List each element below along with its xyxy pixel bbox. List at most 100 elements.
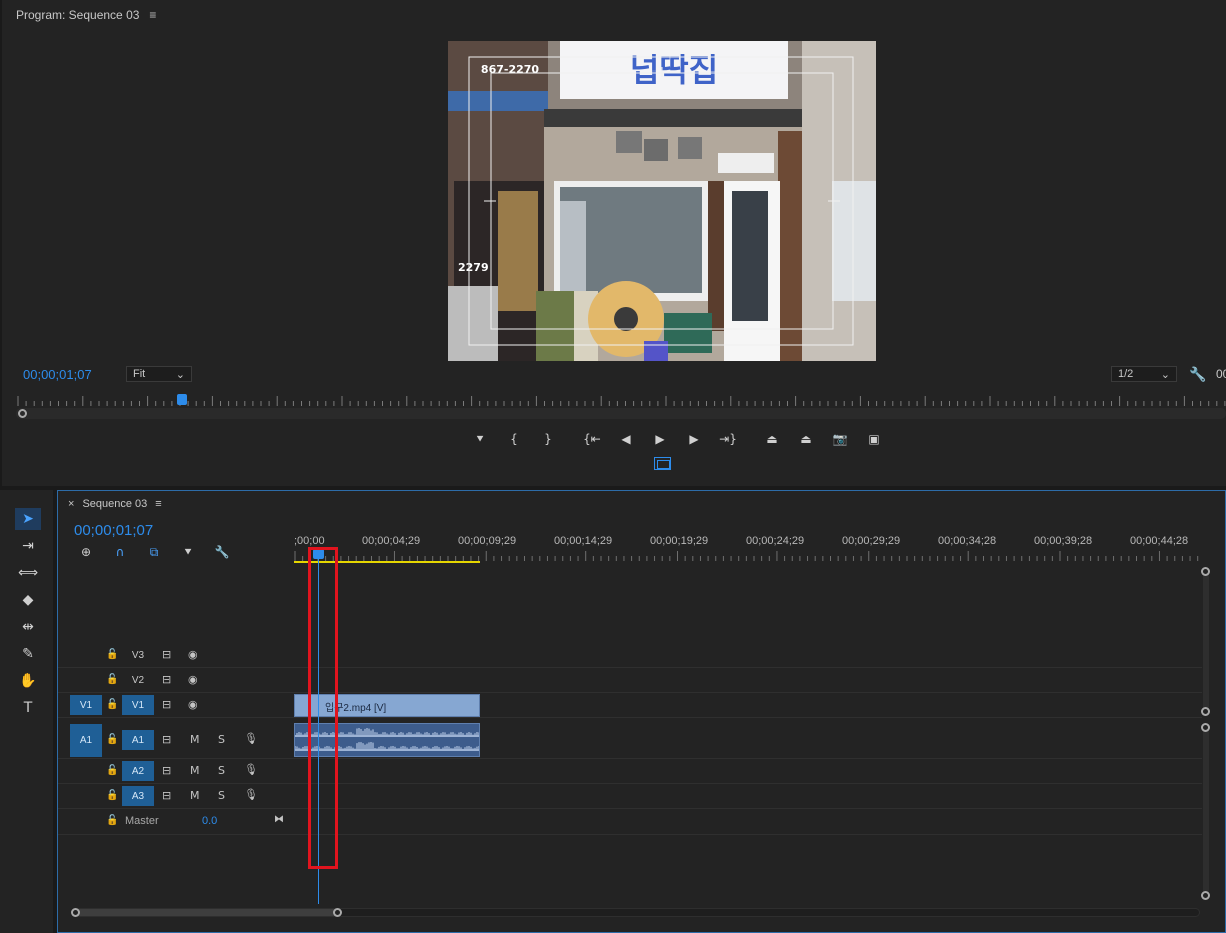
timeline-timecode[interactable]: 00;00;01;07	[74, 522, 153, 539]
track-content[interactable]	[294, 784, 1202, 808]
side-sign-text: 2279	[458, 261, 489, 274]
master-volume-value[interactable]: 0.0	[202, 815, 217, 827]
track-target[interactable]: A1	[122, 730, 154, 750]
scroll-handle[interactable]	[1201, 723, 1210, 732]
lock-icon[interactable]: 🔓	[106, 674, 118, 686]
track-target[interactable]: A2	[122, 761, 154, 781]
track-target[interactable]: V3	[122, 645, 154, 665]
panel-menu-icon[interactable]: ≡	[155, 498, 161, 510]
go-to-out-button[interactable]: ⇥}	[716, 428, 740, 450]
nest-toggle-icon[interactable]: ⊕	[76, 544, 96, 560]
eye-icon[interactable]: ◉	[188, 648, 198, 661]
close-tab-icon[interactable]: ×	[68, 498, 74, 510]
razor-tool-icon[interactable]: ◆	[15, 589, 41, 611]
scroll-handle[interactable]	[1201, 891, 1210, 900]
lock-icon[interactable]: 🔓	[106, 765, 118, 777]
sync-lock-icon[interactable]: ⊟	[162, 698, 171, 711]
program-time-ruler[interactable]	[16, 394, 1226, 406]
lock-icon[interactable]: 🔓	[106, 790, 118, 802]
track-target[interactable]: V1	[122, 695, 154, 715]
zoom-level-select[interactable]: Fit ⌄	[126, 366, 192, 382]
zoom-handle-right[interactable]	[333, 908, 342, 917]
comparison-view-button[interactable]: ▣	[862, 428, 886, 450]
sync-lock-icon[interactable]: ⊟	[162, 673, 171, 686]
wrench-icon[interactable]: 🔧	[1189, 366, 1206, 383]
track-content[interactable]	[294, 643, 1202, 667]
playback-resolution-select[interactable]: 1/2 ⌄	[1111, 366, 1177, 382]
panel-menu-icon[interactable]: ≡	[149, 8, 156, 22]
extract-button[interactable]: ⏏	[794, 428, 818, 450]
zoom-handle-left[interactable]	[18, 409, 27, 418]
mute-button[interactable]: M	[190, 764, 200, 777]
add-marker-icon[interactable]: ⯆	[178, 544, 198, 560]
step-forward-button[interactable]: ▶	[682, 428, 706, 450]
selection-tool-icon[interactable]: ➤	[15, 508, 41, 530]
track-header: A1 🔓 A1 ⊟ M S 🎙	[58, 722, 293, 758]
track-content[interactable]	[294, 668, 1202, 692]
mute-button[interactable]: M	[190, 733, 200, 746]
source-patch[interactable]: V1	[70, 695, 102, 715]
sync-lock-icon[interactable]: ⊟	[162, 764, 171, 777]
scroll-handle[interactable]	[1201, 567, 1210, 576]
program-timecode[interactable]: 00;00;01;07	[23, 367, 92, 382]
sign-phone: 867-2270	[481, 63, 539, 76]
solo-button[interactable]: S	[218, 764, 225, 777]
slip-tool-icon[interactable]: ⇹	[15, 616, 41, 638]
track-content[interactable]	[294, 722, 1202, 758]
track-content[interactable]	[294, 759, 1202, 783]
timeline-ruler[interactable]	[294, 551, 1204, 561]
sequence-tab-title[interactable]: Sequence 03	[82, 498, 147, 510]
video-vertical-scrollbar[interactable]	[1203, 569, 1209, 713]
export-frame-button[interactable]: 📷	[828, 428, 852, 450]
program-playhead[interactable]	[177, 394, 188, 405]
pen-tool-icon[interactable]: ✎	[15, 643, 41, 665]
safe-margins-button[interactable]	[654, 457, 671, 470]
solo-button[interactable]: S	[218, 733, 225, 746]
ripple-edit-tool-icon[interactable]: ⟺	[15, 562, 41, 584]
lock-icon[interactable]: 🔓	[106, 649, 118, 661]
mute-button[interactable]: M	[190, 789, 200, 802]
microphone-icon[interactable]: 🎙	[244, 732, 258, 745]
solo-button[interactable]: S	[218, 789, 225, 802]
source-patch[interactable]: A1	[70, 724, 102, 757]
timeline-settings-wrench-icon[interactable]: 🔧	[212, 544, 232, 560]
play-button[interactable]: ▶	[648, 428, 672, 450]
lock-icon[interactable]: 🔓	[106, 734, 118, 746]
lock-icon[interactable]: 🔓	[106, 815, 118, 827]
ruler-label: 00;00;34;28	[938, 535, 997, 547]
timeline-panel: × Sequence 03 ≡ 00;00;01;07 ⊕ ∩ ⧉ ⯆ 🔧 ;0…	[57, 490, 1226, 933]
mark-out-button[interactable]: }	[536, 428, 560, 450]
go-to-in-button[interactable]: {⇤	[580, 428, 604, 450]
track-target[interactable]: V2	[122, 670, 154, 690]
zoom-handle-left[interactable]	[71, 908, 80, 917]
snap-magnet-icon[interactable]: ∩	[110, 544, 130, 560]
add-marker-button[interactable]: ⯆	[468, 428, 492, 450]
master-expand-icon[interactable]: ⧓	[274, 814, 284, 825]
sync-lock-icon[interactable]: ⊟	[162, 789, 171, 802]
horizontal-scroll-thumb[interactable]	[74, 909, 340, 916]
linked-selection-icon[interactable]: ⧉	[144, 544, 164, 560]
mark-in-button[interactable]: {	[502, 428, 526, 450]
sync-lock-icon[interactable]: ⊟	[162, 733, 171, 746]
microphone-icon[interactable]: 🎙	[244, 763, 258, 776]
eye-icon[interactable]: ◉	[188, 698, 198, 711]
sync-lock-icon[interactable]: ⊟	[162, 648, 171, 661]
scroll-handle[interactable]	[1201, 707, 1210, 716]
zoom-level-value: Fit	[133, 368, 146, 380]
resolution-value: 1/2	[1118, 368, 1134, 380]
lift-button[interactable]: ⏏	[760, 428, 784, 450]
eye-icon[interactable]: ◉	[188, 673, 198, 686]
track-target[interactable]: A3	[122, 786, 154, 806]
lock-icon[interactable]: 🔓	[106, 699, 118, 711]
microphone-icon[interactable]: 🎙	[244, 788, 258, 801]
track-select-tool-icon[interactable]: ⇥	[15, 535, 41, 557]
program-panel-title[interactable]: Program: Sequence 03	[16, 8, 139, 22]
master-label: Master	[125, 815, 159, 827]
hand-tool-icon[interactable]: ✋	[15, 670, 41, 692]
step-back-button[interactable]: ◀	[614, 428, 638, 450]
timeline-tab[interactable]: × Sequence 03 ≡	[68, 498, 162, 510]
track-content[interactable]: 입구2.mp4 [V]	[294, 693, 1202, 717]
audio-vertical-scrollbar[interactable]	[1203, 727, 1209, 899]
program-scrubber-track[interactable]	[16, 408, 1226, 419]
type-tool-icon[interactable]: T	[15, 697, 41, 719]
